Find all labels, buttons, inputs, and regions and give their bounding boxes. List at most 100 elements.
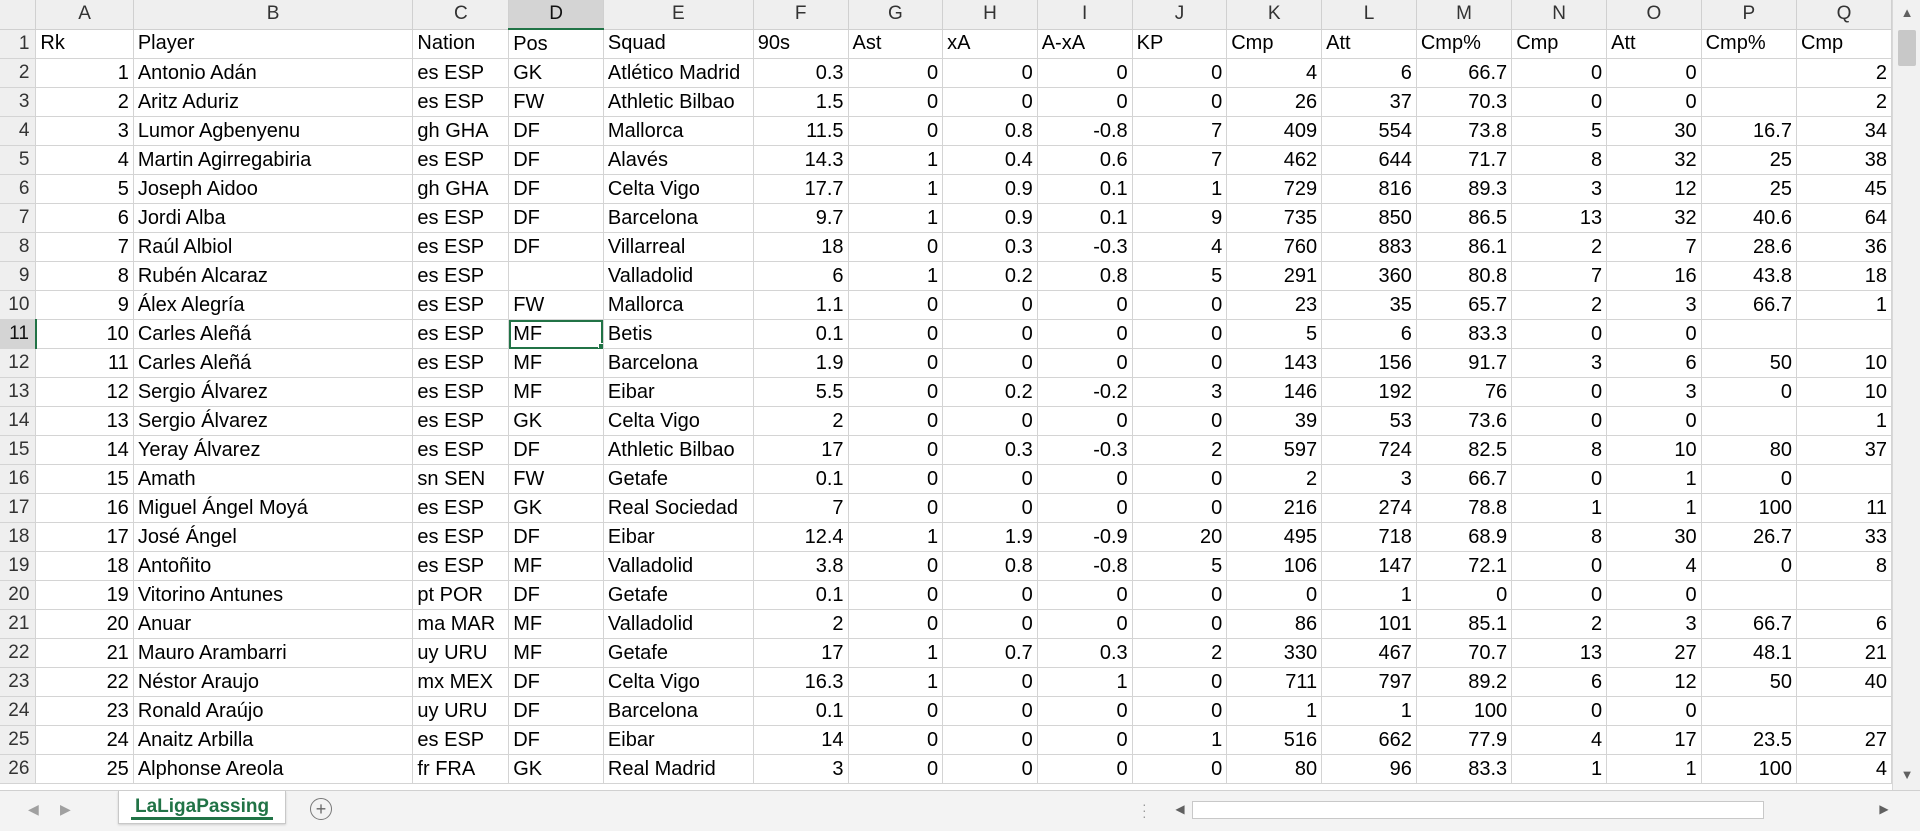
cell-b3[interactable]: Aritz Aduriz [132,87,414,117]
row-header[interactable]: 9 [0,261,37,291]
cell-n11[interactable]: 0 [1511,319,1608,349]
cell-c12[interactable]: es ESP [412,348,510,378]
cell-n24[interactable]: 0 [1511,696,1608,726]
cell-f16[interactable]: 0.1 [752,464,849,494]
cell-c19[interactable]: es ESP [412,551,510,581]
row-header[interactable]: 12 [0,348,37,378]
cell-d11[interactable]: MF [508,319,604,349]
cell-a5[interactable]: 4 [35,145,134,175]
cell-n8[interactable]: 2 [1511,232,1608,262]
cell-n7[interactable]: 13 [1511,203,1608,233]
cell-d8[interactable]: DF [508,232,604,262]
cell-k22[interactable]: 330 [1226,638,1323,668]
cell-f8[interactable]: 18 [752,232,849,262]
cell-n14[interactable]: 0 [1511,406,1608,436]
row-header[interactable]: 5 [0,145,37,175]
row-header[interactable]: 24 [0,696,37,726]
cell-o17[interactable]: 1 [1606,493,1702,523]
cell-b4[interactable]: Lumor Agbenyenu [132,116,414,146]
scroll-down-arrow-icon[interactable]: ▼ [1893,762,1920,786]
cell-d1[interactable]: Pos [508,28,604,59]
plus-circle-icon[interactable]: + [310,798,332,820]
row-header[interactable]: 10 [0,290,37,320]
cell-g5[interactable]: 1 [847,145,944,175]
cell-e16[interactable]: Getafe [602,464,754,494]
cell-h18[interactable]: 1.9 [942,522,1038,552]
cell-l20[interactable]: 1 [1321,580,1417,610]
cell-j24[interactable]: 0 [1131,696,1228,726]
cell-e12[interactable]: Barcelona [602,348,754,378]
cell-f22[interactable]: 17 [752,638,849,668]
cell-g3[interactable]: 0 [847,87,944,117]
cell-q9[interactable]: 18 [1795,261,1892,291]
cell-e7[interactable]: Barcelona [602,203,754,233]
cell-n13[interactable]: 0 [1511,377,1608,407]
cell-k5[interactable]: 462 [1226,145,1323,175]
spreadsheet-grid[interactable]: ABCDEFGHIJKLMNOPQ 1 Rk Player Nation Pos Squa… [0,0,1892,790]
cell-g16[interactable]: 0 [847,464,944,494]
cell-i17[interactable]: 0 [1036,493,1133,523]
cell-f13[interactable]: 5.5 [752,377,849,407]
cell-k11[interactable]: 5 [1226,319,1323,349]
cell-f6[interactable]: 17.7 [752,174,849,204]
cell-i25[interactable]: 0 [1036,725,1133,755]
cell-d12[interactable]: MF [508,348,604,378]
cell-d13[interactable]: MF [508,377,604,407]
cell-e1[interactable]: Squad [602,28,754,59]
row-header[interactable]: 19 [0,551,37,581]
cell-g26[interactable]: 0 [847,754,944,784]
cell-c8[interactable]: es ESP [412,232,510,262]
cell-a7[interactable]: 6 [35,203,134,233]
cell-p20[interactable] [1700,580,1797,610]
cell-f14[interactable]: 2 [752,406,849,436]
cell-k13[interactable]: 146 [1226,377,1323,407]
cell-b15[interactable]: Yeray Álvarez [132,435,414,465]
cell-o24[interactable]: 0 [1606,696,1702,726]
row-header[interactable]: 4 [0,116,37,146]
cell-j9[interactable]: 5 [1131,261,1228,291]
cell-g18[interactable]: 1 [847,522,944,552]
cell-h25[interactable]: 0 [942,725,1038,755]
cell-q13[interactable]: 10 [1795,377,1892,407]
cell-h7[interactable]: 0.9 [942,203,1038,233]
cell-k21[interactable]: 86 [1226,609,1323,639]
cell-n22[interactable]: 13 [1511,638,1608,668]
cell-l22[interactable]: 467 [1321,638,1417,668]
column-header-g[interactable]: G [847,0,944,30]
cell-n23[interactable]: 6 [1511,667,1608,697]
cell-l21[interactable]: 101 [1321,609,1417,639]
cell-h12[interactable]: 0 [942,348,1038,378]
cell-p5[interactable]: 25 [1700,145,1797,175]
cell-m24[interactable]: 100 [1415,696,1513,726]
cell-d19[interactable]: MF [508,551,604,581]
column-header-o[interactable]: O [1606,0,1702,30]
cell-i21[interactable]: 0 [1036,609,1133,639]
select-all-corner[interactable] [0,0,37,30]
cell-b12[interactable]: Carles Aleñá [132,348,414,378]
cell-f3[interactable]: 1.5 [752,87,849,117]
cell-q26[interactable]: 4 [1795,754,1892,784]
cell-m13[interactable]: 76 [1415,377,1513,407]
cell-o1[interactable]: Att [1606,28,1702,59]
cell-d14[interactable]: GK [508,406,604,436]
cell-g14[interactable]: 0 [847,406,944,436]
row-header[interactable]: 23 [0,667,37,697]
cell-q17[interactable]: 11 [1795,493,1892,523]
scroll-right-arrow-icon[interactable]: ▶ [1872,797,1896,821]
cell-j20[interactable]: 0 [1131,580,1228,610]
cell-g15[interactable]: 0 [847,435,944,465]
cell-p24[interactable] [1700,696,1797,726]
cell-j5[interactable]: 7 [1131,145,1228,175]
cell-q22[interactable]: 21 [1795,638,1892,668]
cell-l18[interactable]: 718 [1321,522,1417,552]
cell-o14[interactable]: 0 [1606,406,1702,436]
cell-j3[interactable]: 0 [1131,87,1228,117]
cell-m20[interactable]: 0 [1415,580,1513,610]
cell-c22[interactable]: uy URU [412,638,510,668]
cell-j21[interactable]: 0 [1131,609,1228,639]
cell-n6[interactable]: 3 [1511,174,1608,204]
cell-g19[interactable]: 0 [847,551,944,581]
cell-l16[interactable]: 3 [1321,464,1417,494]
cell-g10[interactable]: 0 [847,290,944,320]
cell-k1[interactable]: Cmp [1226,28,1323,59]
